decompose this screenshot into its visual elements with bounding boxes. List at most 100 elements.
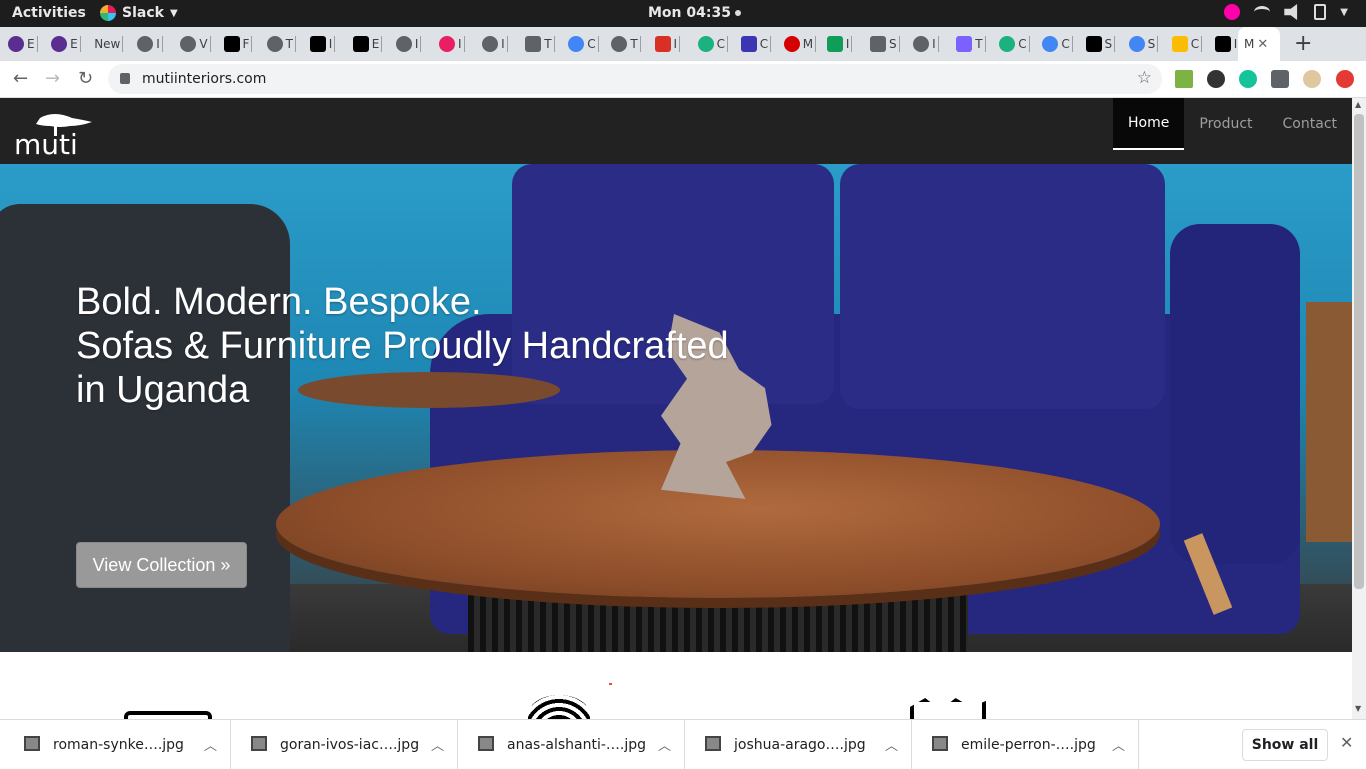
extensions-puzzle-icon[interactable] <box>1271 70 1289 88</box>
browser-tab[interactable]: S <box>1085 34 1116 54</box>
nav-product[interactable]: Product <box>1184 98 1267 150</box>
browser-tab[interactable]: I <box>482 34 508 54</box>
downloads-shelf: Show all ✕ roman-synke….jpg ︿ goran-ivos-i… <box>0 719 1366 769</box>
tab-label: I <box>845 37 850 51</box>
incognito-extension-icon[interactable] <box>1207 70 1225 88</box>
tab-separator <box>815 36 817 52</box>
browser-tab[interactable]: C <box>1042 34 1073 54</box>
download-item[interactable]: emile-perron-….jpg ︿ <box>912 720 1139 769</box>
show-all-button[interactable]: Show all <box>1242 729 1328 761</box>
browser-tab[interactable]: T <box>525 34 555 54</box>
browser-tab[interactable]: E <box>352 34 383 54</box>
medium-icon <box>1214 36 1231 52</box>
download-item[interactable]: goran-ivos-iac….jpg ︿ <box>231 720 458 769</box>
browser-tab[interactable]: I <box>826 34 853 54</box>
address-bar[interactable]: mutiinteriors.com ☆ <box>108 64 1162 94</box>
reload-icon[interactable]: ↻ <box>78 68 93 89</box>
browser-tab[interactable]: I <box>654 34 681 54</box>
tab-label: E <box>371 37 380 51</box>
globe-icon <box>913 36 930 52</box>
download-item[interactable]: roman-synke….jpg ︿ <box>4 720 231 769</box>
download-item[interactable]: anas-alshanti-….jpg ︿ <box>458 720 685 769</box>
tab-separator <box>381 36 383 52</box>
browser-tab[interactable]: M <box>783 34 817 54</box>
app-menu[interactable]: Slack ▼ <box>100 5 178 21</box>
browser-tab[interactable]: C <box>568 34 599 54</box>
browser-tab[interactable]: C <box>740 34 772 54</box>
browser-tab[interactable]: V <box>180 34 211 54</box>
globe-icon <box>180 36 197 52</box>
browser-tab[interactable]: I <box>395 34 422 54</box>
browser-tab[interactable]: C <box>999 34 1030 54</box>
hero-heading: Bold. Modern. Bespoke. Sofas & Furniture… <box>76 280 729 412</box>
github-icon <box>309 36 326 52</box>
browser-tab[interactable]: I <box>137 34 163 54</box>
nav-home[interactable]: Home <box>1113 98 1185 150</box>
browser-tab[interactable]: S <box>1128 34 1159 54</box>
update-menu-icon[interactable] <box>1336 70 1354 88</box>
image-file-icon <box>478 736 494 751</box>
t-icon <box>999 36 1016 52</box>
browser-tab[interactable]: C <box>697 34 728 54</box>
forward-arrow-icon[interactable]: → <box>45 68 60 89</box>
slack-tray-icon[interactable] <box>1224 4 1241 20</box>
system-tray[interactable]: ▼ <box>1224 4 1348 20</box>
chevron-up-icon[interactable]: ︿ <box>885 735 898 754</box>
clock[interactable]: Mon 04:35 <box>648 5 741 21</box>
chevron-up-icon[interactable]: ︿ <box>658 735 671 754</box>
grammarly-icon[interactable] <box>1239 70 1257 88</box>
bookmark-star-icon[interactable]: ☆ <box>1137 68 1152 88</box>
browser-tab[interactable]: I <box>913 34 939 54</box>
tab-separator <box>553 36 555 52</box>
features-section <box>0 652 1352 719</box>
browser-tab[interactable]: T <box>266 34 296 54</box>
chevron-up-icon[interactable]: ︿ <box>431 735 444 754</box>
tab-separator <box>597 36 599 52</box>
browser-tab[interactable]: I <box>439 34 465 54</box>
chevron-up-icon[interactable]: ︿ <box>1112 735 1125 754</box>
download-filename: anas-alshanti-….jpg <box>507 737 647 753</box>
browser-tab[interactable]: New <box>94 34 124 54</box>
chevron-up-icon[interactable]: ︿ <box>204 735 217 754</box>
browser-tab[interactable]: I <box>1214 34 1241 54</box>
tab-separator <box>36 36 38 52</box>
tab-label: E <box>70 37 78 51</box>
browser-tab[interactable]: F <box>223 34 253 54</box>
page-scrollbar[interactable]: ▲ ▼ <box>1352 98 1366 719</box>
browser-tab[interactable]: E <box>8 34 38 54</box>
back-arrow-icon[interactable]: ← <box>13 68 28 89</box>
scroll-down-icon[interactable]: ▼ <box>1355 704 1361 713</box>
close-tab-icon[interactable]: ✕ <box>1257 37 1268 52</box>
hero-line-2: Sofas & Furniture Proudly Handcrafted <box>76 325 729 367</box>
activities-button[interactable]: Activities <box>12 5 86 21</box>
tab-label: S <box>889 37 897 51</box>
tab-label: C <box>1018 37 1027 51</box>
active-tab[interactable]: M ✕ <box>1238 27 1280 61</box>
browser-tab[interactable]: S <box>870 34 900 54</box>
web-page: muti Home Product Contact Bold. Modern. … <box>0 98 1352 719</box>
browser-toolbar: ← → ↻ mutiinteriors.com ☆ <box>0 61 1366 98</box>
browser-tab[interactable]: T <box>956 34 986 54</box>
code-icon <box>870 36 886 52</box>
tab-label: I <box>156 37 160 51</box>
download-extension-icon[interactable] <box>1175 70 1193 88</box>
tab-label: M <box>1244 37 1255 51</box>
scroll-up-icon[interactable]: ▲ <box>1355 100 1361 109</box>
avatar[interactable] <box>1303 70 1321 88</box>
browser-tab[interactable]: I <box>309 34 336 54</box>
browser-tab[interactable]: E <box>51 34 81 54</box>
browser-tab[interactable]: C <box>1171 34 1203 54</box>
browser-tab[interactable]: T <box>611 34 641 54</box>
view-collection-button[interactable]: View Collection » <box>76 542 247 588</box>
download-filename: emile-perron-….jpg <box>961 737 1096 753</box>
nav-contact[interactable]: Contact <box>1268 98 1352 150</box>
download-item[interactable]: joshua-arago….jpg ︿ <box>685 720 912 769</box>
chrome-icon <box>568 36 585 52</box>
purple-list-icon <box>51 36 68 52</box>
new-tab-button[interactable]: + <box>1294 33 1312 55</box>
muti-logo[interactable]: muti <box>14 112 94 156</box>
scrollbar-thumb[interactable] <box>1354 114 1364 589</box>
notification-dot-icon <box>734 10 741 16</box>
tab-label: I <box>328 37 333 51</box>
close-icon[interactable]: ✕ <box>1340 733 1353 752</box>
